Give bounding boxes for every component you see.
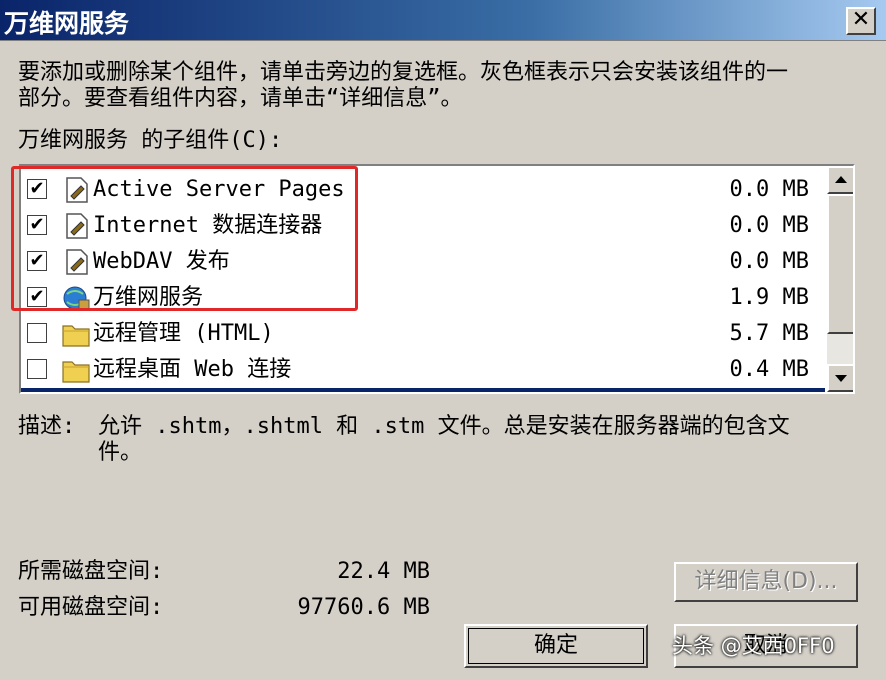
component-icon xyxy=(66,213,88,239)
list-item[interactable]: ✔ WebDAV 发布 0.0 MB xyxy=(21,244,825,280)
item-label: 万维网服务 xyxy=(93,285,204,310)
item-size: 1.9 MB xyxy=(729,285,809,310)
web-service-icon xyxy=(63,286,90,311)
list-item[interactable]: 远程管理 (HTML) 5.7 MB xyxy=(21,316,825,352)
scroll-down-button[interactable] xyxy=(827,364,853,392)
item-label: Internet 数据连接器 xyxy=(93,213,323,238)
folder-icon xyxy=(62,325,90,347)
list-scrollbar[interactable] xyxy=(827,166,853,392)
item-size: 0.0 MB xyxy=(729,177,809,202)
close-icon: ✕ xyxy=(851,7,871,32)
checkbox[interactable] xyxy=(27,323,47,343)
description-line-2: 件。 xyxy=(98,440,143,465)
description-line-1: 允许 .shtm，.shtml 和 .stm 文件。总是安装在服务器端的包含文 xyxy=(98,414,790,439)
component-icon xyxy=(66,177,88,203)
item-size: 0.4 MB xyxy=(729,357,809,382)
item-label: 远程管理 (HTML) xyxy=(93,321,274,346)
available-space-label: 可用磁盘空间: xyxy=(18,595,164,620)
scroll-up-button[interactable] xyxy=(827,166,853,194)
available-space-value: 97760.6 MB xyxy=(297,595,430,620)
description-label: 描述: xyxy=(18,414,76,439)
list-item[interactable]: ✔ 万维网服务 1.9 MB xyxy=(21,280,825,316)
checkbox[interactable]: ✔ xyxy=(27,215,47,235)
subcomponents-label: 万维网服务 的子组件(C): xyxy=(18,128,283,153)
required-space-value: 22.4 MB xyxy=(337,559,430,584)
checkbox[interactable]: ✔ xyxy=(27,179,47,199)
list-item[interactable]: ✔ Internet 数据连接器 0.0 MB xyxy=(21,208,825,244)
item-size: 0.0 MB xyxy=(729,213,809,238)
item-label: Active Server Pages xyxy=(93,177,345,202)
subcomponent-list[interactable]: ✔ Active Server Pages 0.0 MB ✔ Internet … xyxy=(19,164,855,394)
item-label: 远程桌面 Web 连接 xyxy=(93,357,292,382)
scroll-thumb[interactable] xyxy=(827,194,853,334)
folder-icon xyxy=(62,361,90,383)
ok-button[interactable]: 确定 xyxy=(464,624,648,668)
component-icon xyxy=(66,249,88,275)
checkbox[interactable] xyxy=(27,359,47,379)
details-button[interactable]: 详细信息(D)... xyxy=(674,562,858,602)
title-bar: 万维网服务 ✕ xyxy=(0,0,886,41)
checkbox[interactable]: ✔ xyxy=(27,287,47,307)
item-size: 5.7 MB xyxy=(729,321,809,346)
watermark: 头条 @艾西0FF0 xyxy=(672,634,835,658)
list-item[interactable]: ✔ Active Server Pages 0.0 MB xyxy=(21,172,825,208)
selected-list-item[interactable] xyxy=(21,388,825,392)
arrow-up-icon xyxy=(835,176,847,183)
arrow-down-icon xyxy=(835,375,847,382)
checkbox[interactable]: ✔ xyxy=(27,251,47,271)
item-label: WebDAV 发布 xyxy=(93,249,230,274)
window-title: 万维网服务 xyxy=(4,9,130,38)
list-item[interactable]: 远程桌面 Web 连接 0.4 MB xyxy=(21,352,825,388)
close-button[interactable]: ✕ xyxy=(846,7,876,35)
instruction-line-2: 部分。要查看组件内容，请单击“详细信息”。 xyxy=(18,86,463,111)
required-space-label: 所需磁盘空间: xyxy=(18,559,164,584)
item-size: 0.0 MB xyxy=(729,249,809,274)
